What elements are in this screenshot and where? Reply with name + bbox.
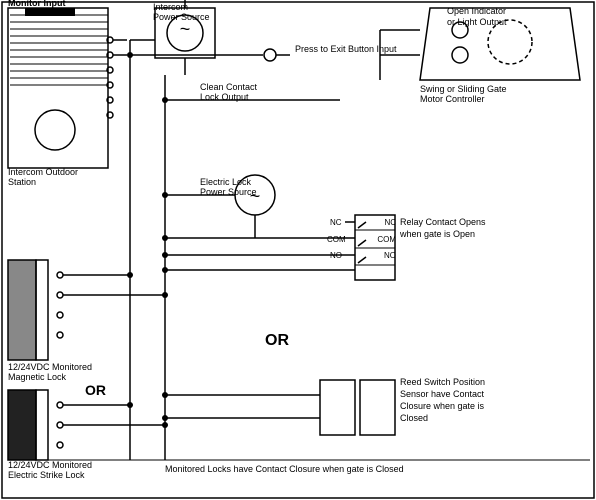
- svg-text:Electric Lock: Electric Lock: [200, 177, 252, 187]
- svg-text:Monitored Locks have Contact C: Monitored Locks have Contact Closure whe…: [165, 464, 404, 474]
- svg-text:Electric Strike Lock: Electric Strike Lock: [8, 470, 85, 480]
- svg-text:COM: COM: [377, 235, 396, 244]
- svg-text:NC: NC: [330, 218, 342, 227]
- svg-text:NO: NO: [330, 251, 342, 260]
- svg-text:~: ~: [180, 19, 191, 39]
- svg-text:Closed: Closed: [400, 413, 428, 423]
- svg-text:Intercom: Intercom: [153, 2, 188, 12]
- svg-text:when gate is Open: when gate is Open: [399, 229, 475, 239]
- svg-text:Station: Station: [8, 177, 36, 187]
- svg-text:NO: NO: [384, 251, 396, 260]
- svg-text:Open Indicator: Open Indicator: [447, 6, 506, 16]
- svg-text:Press to Exit Button Input: Press to Exit Button Input: [295, 44, 397, 54]
- svg-text:Swing or Sliding Gate: Swing or Sliding Gate: [420, 84, 507, 94]
- svg-text:NC: NC: [384, 218, 396, 227]
- svg-text:Lock Output: Lock Output: [200, 92, 249, 102]
- svg-text:Clean Contact: Clean Contact: [200, 82, 258, 92]
- svg-text:Power Source: Power Source: [200, 187, 257, 197]
- svg-text:Motor Controller: Motor Controller: [420, 94, 485, 104]
- svg-text:or Light Output: or Light Output: [447, 17, 507, 27]
- svg-text:12/24VDC Monitored: 12/24VDC Monitored: [8, 362, 92, 372]
- svg-text:Magnetic Lock: Magnetic Lock: [8, 372, 67, 382]
- svg-text:Monitor Input: Monitor Input: [8, 0, 65, 8]
- svg-text:Intercom Outdoor: Intercom Outdoor: [8, 167, 78, 177]
- svg-text:Reed Switch Position: Reed Switch Position: [400, 377, 485, 387]
- svg-text:Power Source: Power Source: [153, 12, 210, 22]
- svg-text:Sensor have Contact: Sensor have Contact: [400, 389, 485, 399]
- svg-text:OR: OR: [265, 332, 289, 349]
- svg-text:OR: OR: [85, 382, 106, 398]
- svg-text:Relay Contact Opens: Relay Contact Opens: [400, 217, 486, 227]
- svg-text:COM: COM: [327, 235, 346, 244]
- wiring-diagram: ~: [0, 0, 596, 500]
- svg-text:Closure when gate is: Closure when gate is: [400, 401, 485, 411]
- svg-text:12/24VDC Monitored: 12/24VDC Monitored: [8, 460, 92, 470]
